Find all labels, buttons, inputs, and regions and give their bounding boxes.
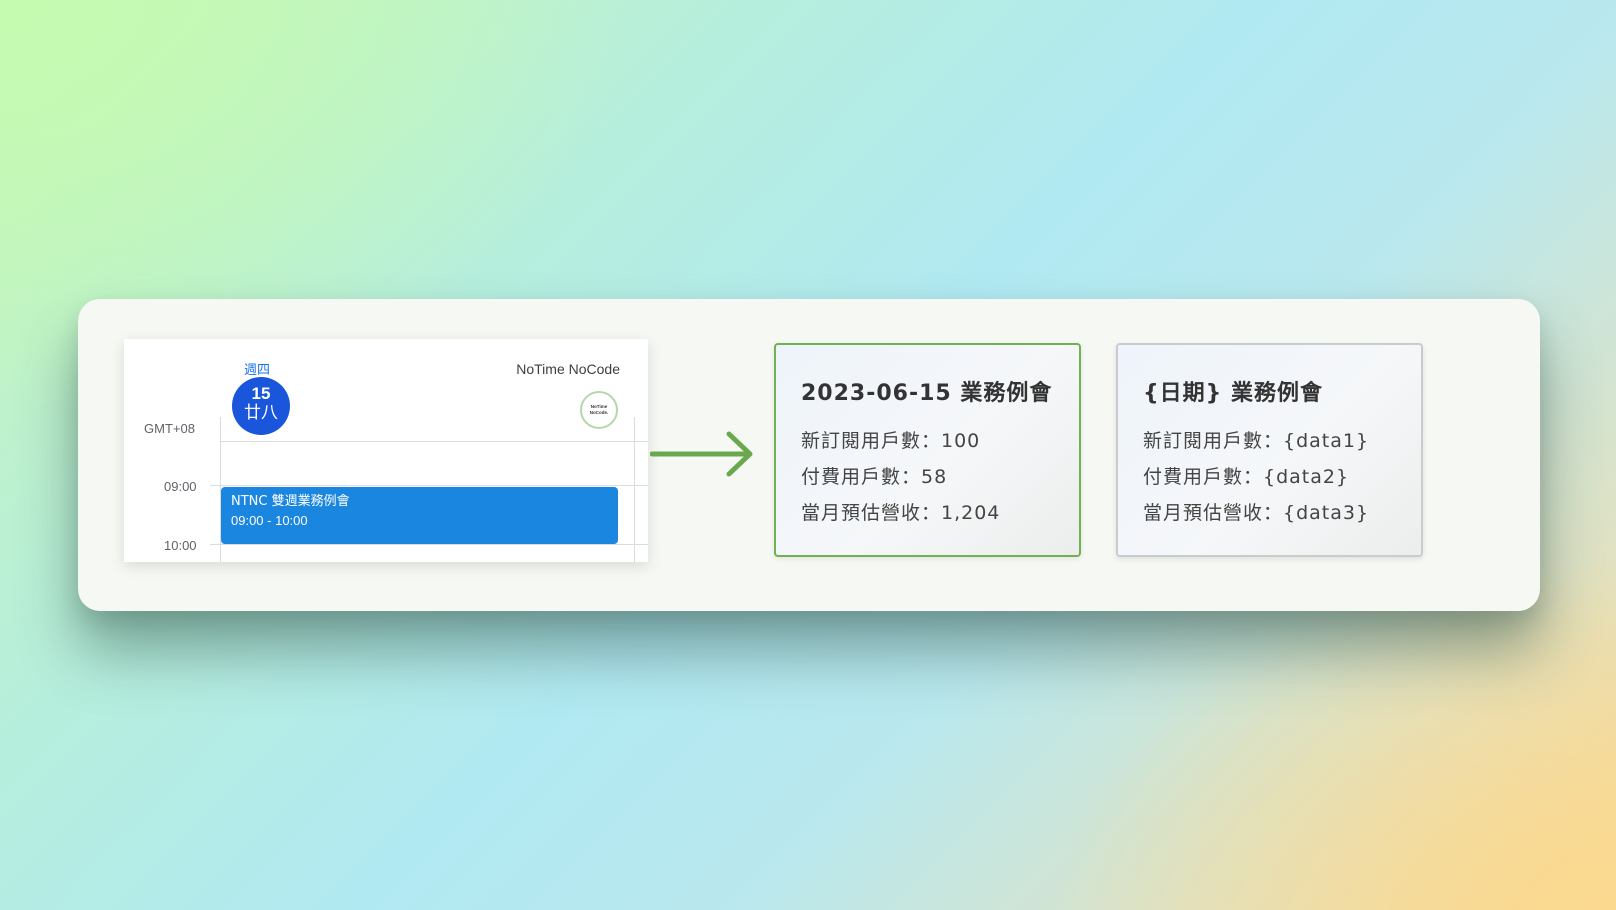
calendar-date-badge[interactable]: 15 廿八 <box>232 377 290 435</box>
template-card-title: {日期} 業務例會 <box>1143 381 1323 406</box>
logo-line-2: NoCode. <box>590 410 609 415</box>
template-report-card: {日期} 業務例會 新訂閱用戶數：{data1} 付費用戶數：{data2} 當… <box>1116 343 1423 557</box>
hour-gridline-9 <box>210 485 648 486</box>
right-arrow-icon <box>650 431 753 477</box>
filled-card-line-new-subscribers: 新訂閱用戶數：100 <box>801 430 981 452</box>
filled-card-line-paid-users: 付費用戶數：58 <box>801 466 948 488</box>
nocode-logo-icon: NoTime NoCode. <box>590 404 609 415</box>
event-time: 09:00 - 10:00 <box>231 513 308 528</box>
filled-card-title: 2023-06-15 業務例會 <box>801 381 1053 406</box>
all-day-divider <box>220 441 648 442</box>
calendar-weekday: 週四 <box>244 363 271 378</box>
day-column-divider-right <box>634 417 635 562</box>
avatar[interactable]: NoTime NoCode. <box>580 391 618 429</box>
calendar-owner-name: NoTime NoCode <box>516 361 620 377</box>
template-card-line-new-subscribers: 新訂閱用戶數：{data1} <box>1143 430 1370 452</box>
calendar-timezone: GMT+08 <box>144 421 195 436</box>
hour-label-10: 10:00 <box>164 538 197 553</box>
calendar-event[interactable]: NTNC 雙週業務例會 09:00 - 10:00 <box>221 487 618 544</box>
logo-line-1: NoTime <box>591 404 608 409</box>
event-title: NTNC 雙週業務例會 <box>231 494 350 509</box>
calendar-date-number: 15 <box>251 384 271 403</box>
calendar-lunar-date: 廿八 <box>244 403 278 423</box>
template-card-line-revenue: 當月預估營收：{data3} <box>1143 502 1370 524</box>
filled-card-line-revenue: 當月預估營收：1,204 <box>801 502 1001 524</box>
hour-label-9: 09:00 <box>164 479 197 494</box>
template-card-line-paid-users: 付費用戶數：{data2} <box>1143 466 1350 488</box>
filled-report-card: 2023-06-15 業務例會 新訂閱用戶數：100 付費用戶數：58 當月預估… <box>774 343 1081 557</box>
hour-gridline-10 <box>210 544 648 545</box>
calendar-day-view: 週四 15 廿八 NoTime NoCode NoTime NoCode. GM… <box>124 339 648 562</box>
